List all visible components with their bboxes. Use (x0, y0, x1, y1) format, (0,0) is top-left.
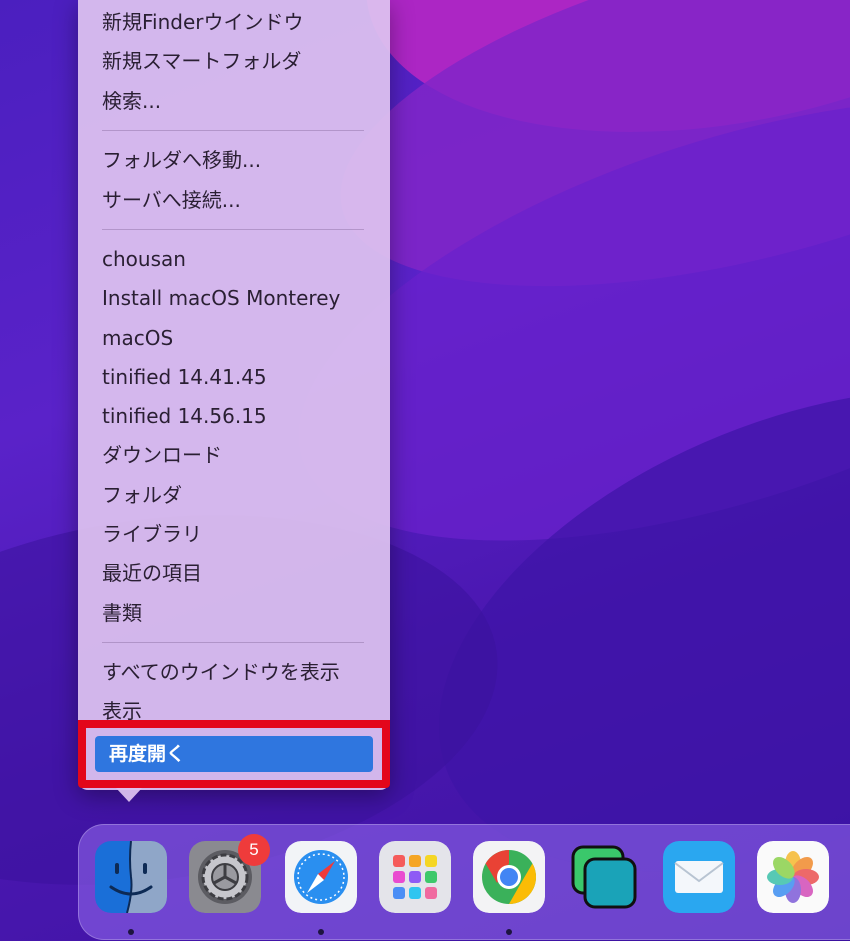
notification-badge: 5 (238, 834, 270, 866)
running-indicator (318, 929, 324, 935)
screen-sharing-icon[interactable] (567, 841, 639, 913)
safari-icon[interactable] (285, 841, 357, 913)
menu-item-folder[interactable]: chousan (102, 243, 186, 275)
menu-item-downloads[interactable]: ダウンロード (102, 439, 222, 471)
menu-pointer (116, 788, 142, 802)
menu-separator (102, 130, 364, 131)
chrome-icon[interactable] (473, 841, 545, 913)
menu-item-folder[interactable]: tinified 14.56.15 (102, 400, 267, 432)
launchpad-icon[interactable] (379, 841, 451, 913)
menu-item-folder[interactable]: macOS (102, 322, 173, 354)
mail-icon[interactable] (663, 841, 735, 913)
menu-item-folder[interactable]: フォルダ (102, 479, 182, 511)
dock (78, 824, 850, 940)
menu-item-connect-to-server[interactable]: サーバへ接続... (102, 184, 241, 216)
menu-item-show-all-windows[interactable]: すべてのウインドウを表示 (102, 656, 340, 688)
running-indicator (128, 929, 134, 935)
menu-item-recents[interactable]: 最近の項目 (102, 557, 202, 589)
running-indicator (506, 929, 512, 935)
finder-icon[interactable] (95, 841, 167, 913)
menu-separator (102, 642, 364, 643)
menu-item-folder[interactable]: Install macOS Monterey (102, 282, 340, 314)
menu-item-folder[interactable]: tinified 14.41.45 (102, 361, 267, 393)
menu-item-new-finder-window[interactable]: 新規Finderウインドウ (102, 6, 304, 38)
menu-item-new-smart-folder[interactable]: 新規スマートフォルダ (102, 45, 301, 77)
menu-item-relaunch[interactable]: 再度開く (95, 736, 373, 772)
menu-item-find[interactable]: 検索... (102, 85, 161, 117)
menu-separator (102, 229, 364, 230)
photos-icon[interactable] (757, 841, 829, 913)
finder-dock-context-menu: 新規Finderウインドウ 新規スマートフォルダ 検索... フォルダへ移動..… (78, 0, 390, 790)
menu-item-library[interactable]: ライブラリ (102, 518, 202, 550)
menu-item-documents[interactable]: 書類 (102, 597, 142, 629)
menu-item-go-to-folder[interactable]: フォルダへ移動... (102, 144, 261, 176)
